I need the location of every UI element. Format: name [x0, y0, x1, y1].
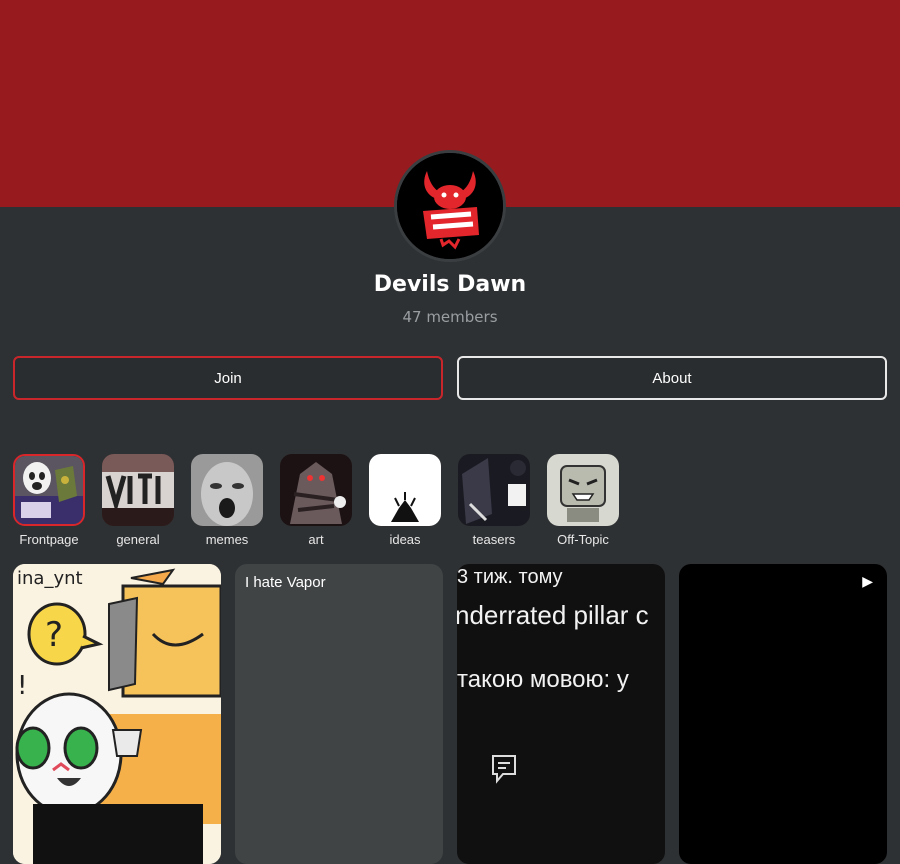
svg-text:?: ? [45, 615, 63, 655]
channel-thumbnail [458, 454, 530, 526]
join-button[interactable]: Join [13, 356, 443, 400]
post-overlay-text: ina_ynt [17, 568, 83, 589]
svg-text:!: ! [17, 671, 27, 701]
teasers-art-icon [458, 454, 530, 526]
channel-off-topic[interactable]: Off-Topic [547, 454, 619, 547]
about-button[interactable]: About [457, 356, 887, 400]
memes-face-icon [191, 454, 263, 526]
channel-thumbnail [191, 454, 263, 526]
ideas-sketch-icon [369, 454, 441, 526]
post-line-2: nderrated pillar c [457, 600, 649, 630]
community-title: Devils Dawn [373, 272, 527, 297]
channel-ideas[interactable]: ideas [369, 454, 441, 547]
post-card-text-image[interactable]: 3 тиж. тому nderrated pillar c такою мов… [457, 564, 665, 864]
post-card-text[interactable]: I hate Vapor [235, 564, 443, 864]
off-topic-robot-icon [547, 454, 619, 526]
art-creature-icon [280, 454, 352, 526]
member-count: 47 members [402, 308, 498, 326]
post-card-image[interactable]: ? ! ina_ynt [13, 564, 221, 864]
post-line-1: 3 тиж. тому [457, 566, 563, 588]
channel-thumbnail [102, 454, 174, 526]
channel-general[interactable]: general [102, 454, 174, 547]
channel-thumbnail [13, 454, 85, 526]
channel-thumbnail [547, 454, 619, 526]
channel-thumbnail [369, 454, 441, 526]
post-card-video[interactable]: ▶ [679, 564, 887, 864]
general-art-icon [102, 454, 174, 526]
channel-memes[interactable]: memes [191, 454, 263, 547]
comment-icon [492, 755, 516, 784]
frontpage-art-icon [15, 456, 83, 524]
community-avatar[interactable] [394, 150, 506, 262]
post-artwork: ? ! ina_ynt [13, 564, 221, 864]
post-title: I hate Vapor [245, 574, 326, 591]
post-line-3: такою мовою: у [457, 666, 629, 693]
channel-teasers[interactable]: teasers [458, 454, 530, 547]
play-icon[interactable]: ▶ [862, 574, 873, 590]
devil-logo-icon [397, 153, 503, 259]
channel-label: Off-Topic [557, 532, 609, 547]
channel-thumbnail [280, 454, 352, 526]
channel-frontpage[interactable]: Frontpage [13, 454, 85, 547]
channel-art[interactable]: art [280, 454, 352, 547]
